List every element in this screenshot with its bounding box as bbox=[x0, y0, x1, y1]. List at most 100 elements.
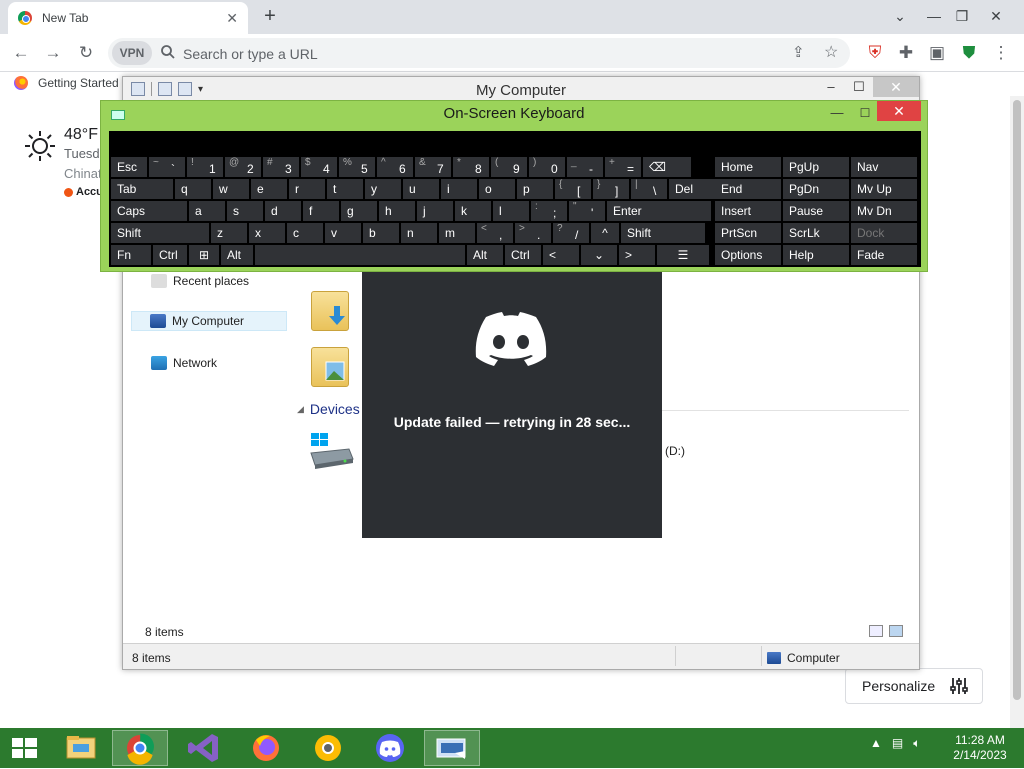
osk-key-j[interactable]: j bbox=[417, 201, 453, 221]
osk-key-^[interactable]: ^ bbox=[591, 223, 619, 243]
osk-key-7[interactable]: & 7 bbox=[415, 157, 451, 177]
osk-key-r[interactable]: r bbox=[289, 179, 325, 199]
osk-key-x[interactable]: x bbox=[249, 223, 285, 243]
osk-key-shift[interactable]: Shift bbox=[111, 223, 209, 243]
osk-key-h[interactable]: h bbox=[379, 201, 415, 221]
osk-key-2[interactable]: @2 bbox=[225, 157, 261, 177]
collapse-triangle-icon[interactable]: ◢ bbox=[297, 404, 304, 415]
tab-search-chevron-icon[interactable]: ⌄ bbox=[882, 2, 918, 30]
share-icon[interactable]: ⇪ bbox=[792, 43, 805, 61]
osk-key-5[interactable]: % 5 bbox=[339, 157, 375, 177]
osk-key-alt[interactable]: Alt bbox=[467, 245, 503, 265]
osk-key-l[interactable]: l bbox=[493, 201, 529, 221]
close-window-icon[interactable]: ✕ bbox=[978, 2, 1014, 30]
osk-key-☰[interactable]: ☰ bbox=[657, 245, 709, 265]
personalize-button[interactable]: Personalize bbox=[845, 668, 983, 704]
osk-key-options[interactable]: Options bbox=[715, 245, 781, 265]
menu-kebab-icon[interactable]: ⋮ bbox=[988, 40, 1014, 66]
osk-key--[interactable]: _ - bbox=[567, 157, 603, 177]
tab-new-tab[interactable]: New Tab ✕ bbox=[8, 2, 248, 34]
osk-key-space[interactable] bbox=[255, 245, 465, 265]
osk-key-[[interactable]: {[ bbox=[555, 179, 591, 199]
osk-key-'[interactable]: " ' bbox=[569, 201, 605, 221]
osk-key-0[interactable]: ) 0 bbox=[529, 157, 565, 177]
osk-key-esc[interactable]: Esc bbox=[111, 157, 147, 177]
osk-key-insert[interactable]: Insert bbox=[715, 201, 781, 221]
osk-key-d[interactable]: d bbox=[265, 201, 301, 221]
osk-key-\[interactable]: | \ bbox=[631, 179, 667, 199]
explorer-maximize-icon[interactable]: ☐ bbox=[845, 77, 873, 97]
restore-icon[interactable]: ❐ bbox=[944, 2, 980, 30]
page-scrollbar[interactable] bbox=[1010, 96, 1024, 728]
osk-key-1[interactable]: ! 1 bbox=[187, 157, 223, 177]
taskbar-discord-icon[interactable] bbox=[362, 730, 418, 766]
osk-key-b[interactable]: b bbox=[363, 223, 399, 243]
osk-key-end[interactable]: End bbox=[715, 179, 781, 199]
show-hidden-icons-icon[interactable]: ▲ bbox=[870, 736, 882, 751]
osk-key-f[interactable]: f bbox=[303, 201, 339, 221]
osk-key-scrlk[interactable]: ScrLk bbox=[783, 223, 849, 243]
forward-icon[interactable]: → bbox=[40, 40, 66, 66]
osk-key-z[interactable]: z bbox=[211, 223, 247, 243]
osk-key-9[interactable]: (9 bbox=[491, 157, 527, 177]
osk-key-.[interactable]: >. bbox=[515, 223, 551, 243]
close-tab-icon[interactable]: ✕ bbox=[226, 10, 238, 27]
extension-shield-icon[interactable]: ⛨ bbox=[862, 40, 888, 66]
osk-key->[interactable]: > bbox=[619, 245, 655, 265]
osk-key-;[interactable]: :; bbox=[531, 201, 567, 221]
reload-icon[interactable]: ↻ bbox=[73, 40, 99, 66]
osk-key-6[interactable]: ^ 6 bbox=[377, 157, 413, 177]
vpn-badge[interactable]: VPN bbox=[112, 41, 152, 65]
new-tab-button[interactable]: + bbox=[258, 4, 282, 28]
taskbar-clock[interactable]: 11:28 AM 2/14/2023 bbox=[944, 733, 1016, 763]
osk-key-alt[interactable]: Alt bbox=[221, 245, 253, 265]
osk-key-o[interactable]: o bbox=[479, 179, 515, 199]
nav-recent-places[interactable]: Recent places bbox=[131, 271, 287, 291]
osk-minimize-icon[interactable]: — bbox=[827, 103, 847, 123]
osk-key-enter[interactable]: Enter bbox=[607, 201, 711, 221]
osk-key-y[interactable]: y bbox=[365, 179, 401, 199]
osk-key-fn[interactable]: Fn bbox=[111, 245, 151, 265]
osk-key-i[interactable]: i bbox=[441, 179, 477, 199]
osk-key-=[interactable]: + = bbox=[605, 157, 641, 177]
osk-key-help[interactable]: Help bbox=[783, 245, 849, 265]
osk-key-8[interactable]: * 8 bbox=[453, 157, 489, 177]
osk-key-s[interactable]: s bbox=[227, 201, 263, 221]
explorer-minimize-icon[interactable]: – bbox=[817, 77, 845, 97]
osk-key-e[interactable]: e bbox=[251, 179, 287, 199]
bookmark-star-icon[interactable]: ☆ bbox=[824, 42, 838, 62]
explorer-close-icon[interactable]: ✕ bbox=[873, 77, 919, 97]
osk-key-⌫[interactable]: ⌫ bbox=[643, 157, 691, 177]
osk-key-⊞[interactable]: ⊞ bbox=[189, 245, 219, 265]
taskbar-chrome-icon[interactable] bbox=[112, 730, 168, 766]
osk-key-fade[interactable]: Fade bbox=[851, 245, 917, 265]
osk-key-q[interactable]: q bbox=[175, 179, 211, 199]
drive-d-label[interactable]: (D:) bbox=[665, 444, 685, 458]
osk-key-caps[interactable]: Caps bbox=[111, 201, 187, 221]
osk-key-home[interactable]: Home bbox=[715, 157, 781, 177]
osk-key-g[interactable]: g bbox=[341, 201, 377, 221]
osk-key-nav[interactable]: Nav bbox=[851, 157, 917, 177]
scroll-thumb[interactable] bbox=[1013, 100, 1021, 700]
osk-key-c[interactable]: c bbox=[287, 223, 323, 243]
osk-key-3[interactable]: #3 bbox=[263, 157, 299, 177]
details-view-icon[interactable] bbox=[869, 625, 883, 637]
osk-key-⌄[interactable]: ⌄ bbox=[581, 245, 617, 265]
start-button-windows-icon[interactable] bbox=[0, 728, 48, 768]
back-icon[interactable]: ← bbox=[8, 40, 34, 66]
osk-key-pause[interactable]: Pause bbox=[783, 201, 849, 221]
omnibox[interactable]: VPN Search or type a URL ⇪ ☆ bbox=[108, 38, 850, 68]
osk-key-4[interactable]: $4 bbox=[301, 157, 337, 177]
side-panel-icon[interactable]: ▣ bbox=[924, 40, 950, 66]
taskbar-visual-studio-icon[interactable] bbox=[176, 730, 232, 766]
osk-key-,[interactable]: <, bbox=[477, 223, 513, 243]
taskbar-file-explorer-icon[interactable] bbox=[53, 730, 109, 766]
osk-key-mv-dn[interactable]: Mv Dn bbox=[851, 201, 917, 221]
pictures-folder-icon[interactable] bbox=[311, 347, 349, 387]
osk-key-ctrl[interactable]: Ctrl bbox=[153, 245, 187, 265]
extensions-puzzle-icon[interactable]: ✚ bbox=[893, 40, 919, 66]
taskbar-firefox-icon[interactable] bbox=[238, 730, 294, 766]
osk-key-pgup[interactable]: PgUp bbox=[783, 157, 849, 177]
taskbar-chrome-canary-icon[interactable] bbox=[300, 730, 356, 766]
nav-my-computer[interactable]: My Computer bbox=[131, 311, 287, 331]
